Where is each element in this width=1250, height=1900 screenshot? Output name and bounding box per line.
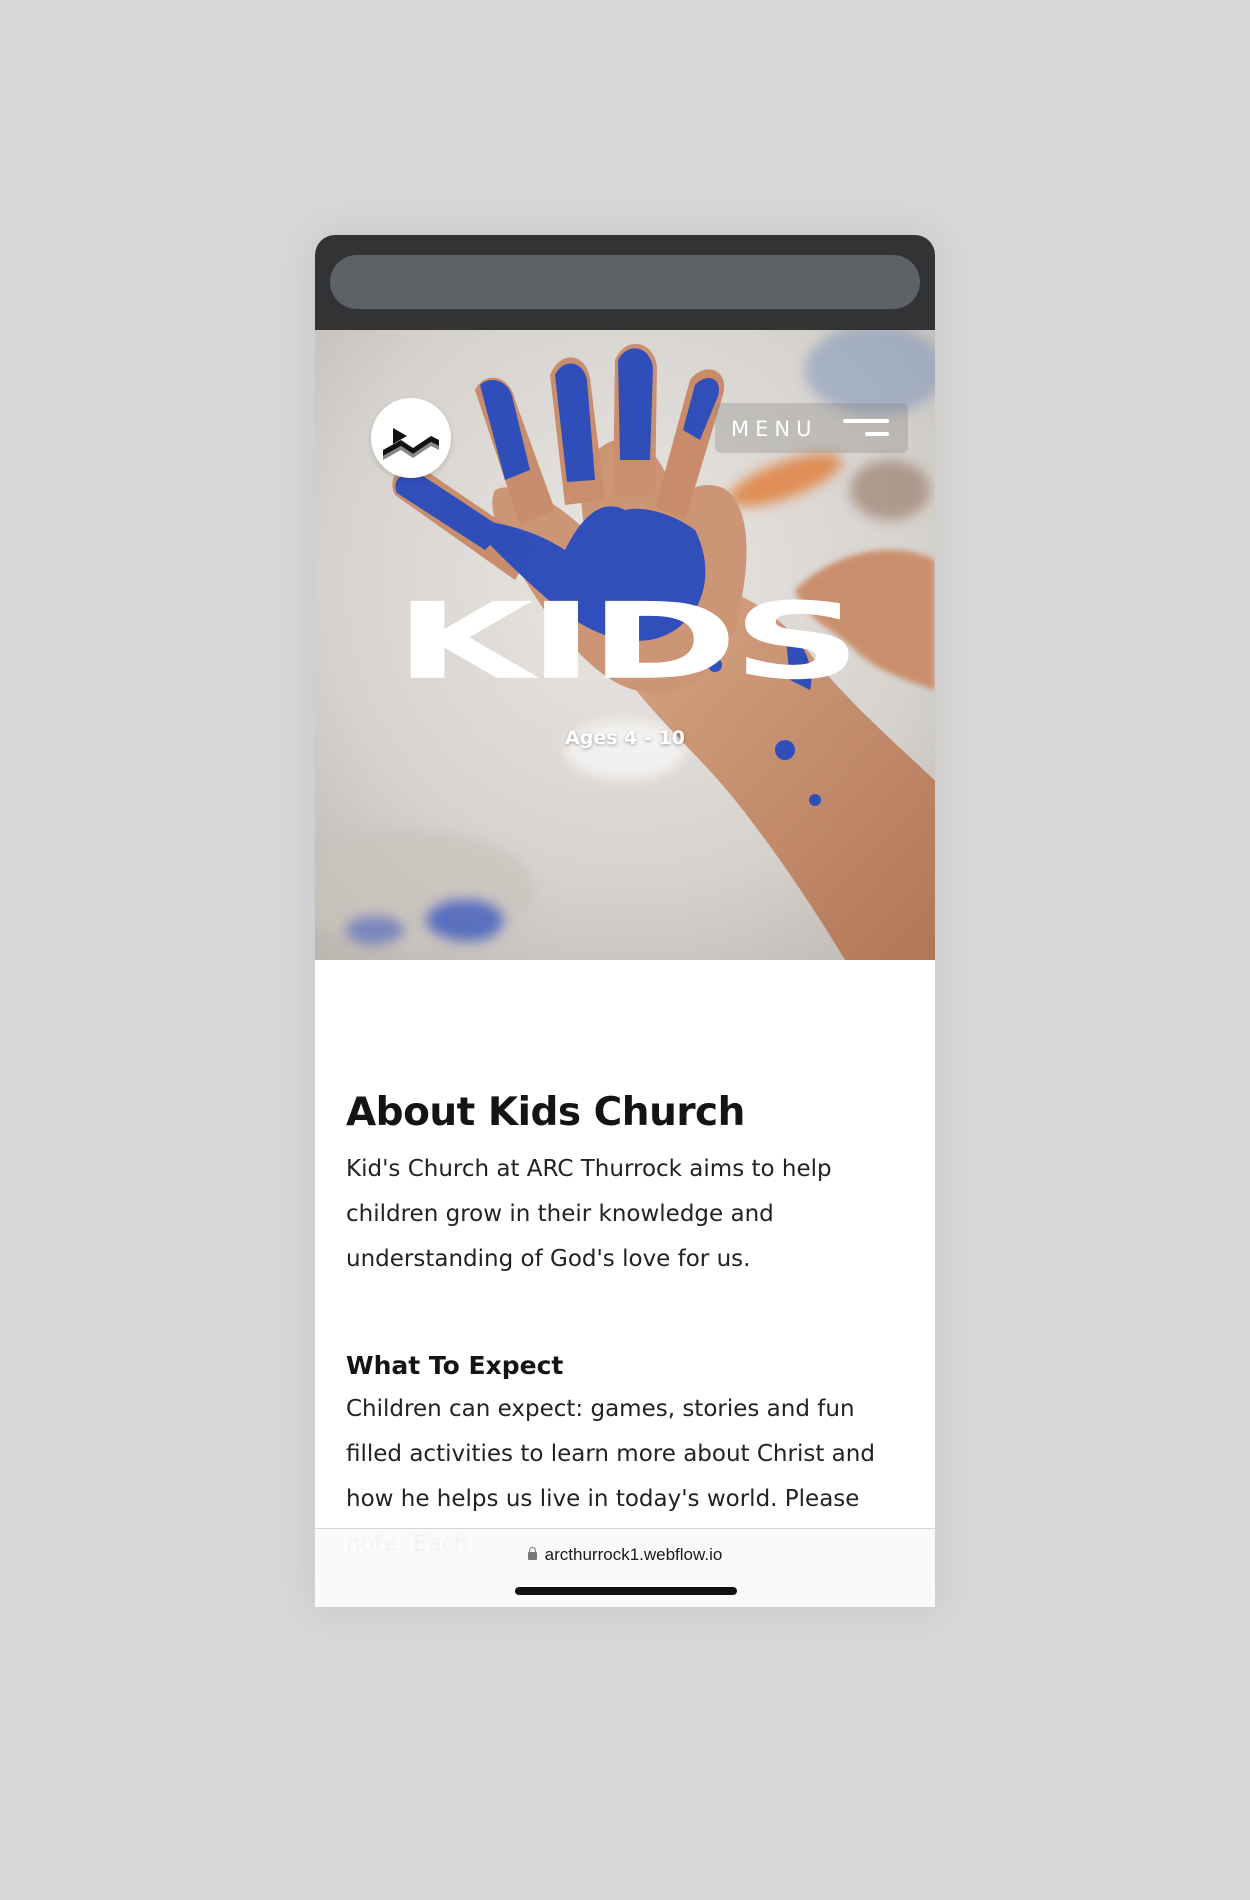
menu-label: MENU — [731, 417, 818, 441]
home-indicator[interactable] — [515, 1587, 737, 1595]
expect-heading: What To Expect — [346, 1351, 564, 1380]
menu-button[interactable]: MENU — [715, 403, 908, 453]
about-heading: About Kids Church — [346, 1090, 745, 1135]
hero-subtitle: Ages 4 - 10 — [565, 727, 685, 749]
lock-icon — [527, 1547, 537, 1560]
hero-section: MENU KIDS Ages 4 - 10 — [315, 330, 935, 960]
main-content: About Kids Church Kid's Church at ARC Th… — [315, 960, 935, 1607]
arc-logo-icon — [383, 428, 439, 460]
url-text: arcthurrock1.webflow.io — [544, 1545, 723, 1564]
about-paragraph: Kid's Church at ARC Thurrock aims to hel… — [346, 1156, 832, 1272]
url-display[interactable]: arcthurrock1.webflow.io — [315, 1545, 935, 1565]
browser-top-bar — [315, 235, 935, 330]
hamburger-icon — [843, 417, 889, 439]
church-logo[interactable] — [371, 398, 451, 478]
browser-bottom-bar: arcthurrock1.webflow.io — [315, 1528, 935, 1607]
phone-frame: MENU KIDS Ages 4 - 10 About Kids Church … — [315, 235, 935, 1607]
address-bar[interactable] — [330, 255, 920, 309]
hero-title: KIDS — [394, 580, 862, 704]
